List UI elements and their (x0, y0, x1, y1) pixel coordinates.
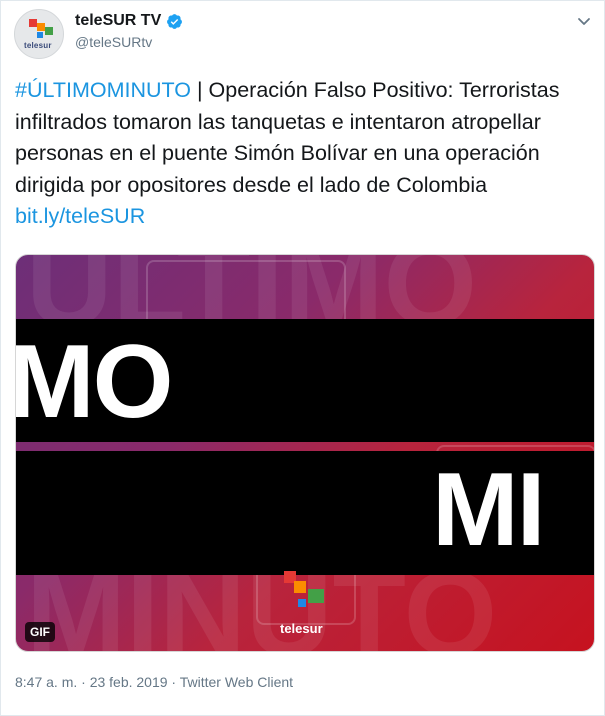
logo-square-red (29, 19, 37, 27)
chevron-down-icon[interactable] (576, 13, 592, 29)
tweet-text: #ÚLTIMOMINUTO | Operación Falso Positivo… (15, 75, 595, 233)
logo-square-blue (37, 32, 43, 38)
hashtag-link[interactable]: #ÚLTIMOMINUTO (15, 78, 191, 102)
tweet-card: telesur teleSUR TV @teleSURtv #ÚLTIMOMIN… (0, 0, 605, 716)
avatar-logo-text: telesur (24, 41, 52, 50)
band-text-1: MO (15, 324, 174, 440)
gif-badge: GIF (25, 622, 55, 642)
display-name-text: teleSUR TV (75, 12, 162, 29)
logo-square-green (45, 27, 53, 35)
avatar[interactable]: telesur (14, 9, 64, 59)
band-text-2: MI (432, 452, 546, 568)
media-logo-text: telesur (280, 621, 323, 636)
logo-square-blue (298, 599, 306, 607)
display-name[interactable]: teleSUR TV (75, 12, 183, 30)
tweet-metadata[interactable]: 8:47 a. m. · 23 feb. 2019 · Twitter Web … (15, 674, 293, 690)
logo-square-orange (294, 581, 306, 593)
gif-media[interactable]: ÚLTIMO MINUTO MO MI telesur GIF (15, 254, 595, 652)
logo-square-orange (37, 23, 45, 31)
logo-square-green (308, 589, 324, 603)
telesur-media-logo: telesur (278, 571, 338, 641)
verified-badge-icon (167, 13, 183, 29)
handle[interactable]: @teleSURtv (75, 34, 152, 50)
url-link[interactable]: bit.ly/teleSUR (15, 204, 145, 228)
